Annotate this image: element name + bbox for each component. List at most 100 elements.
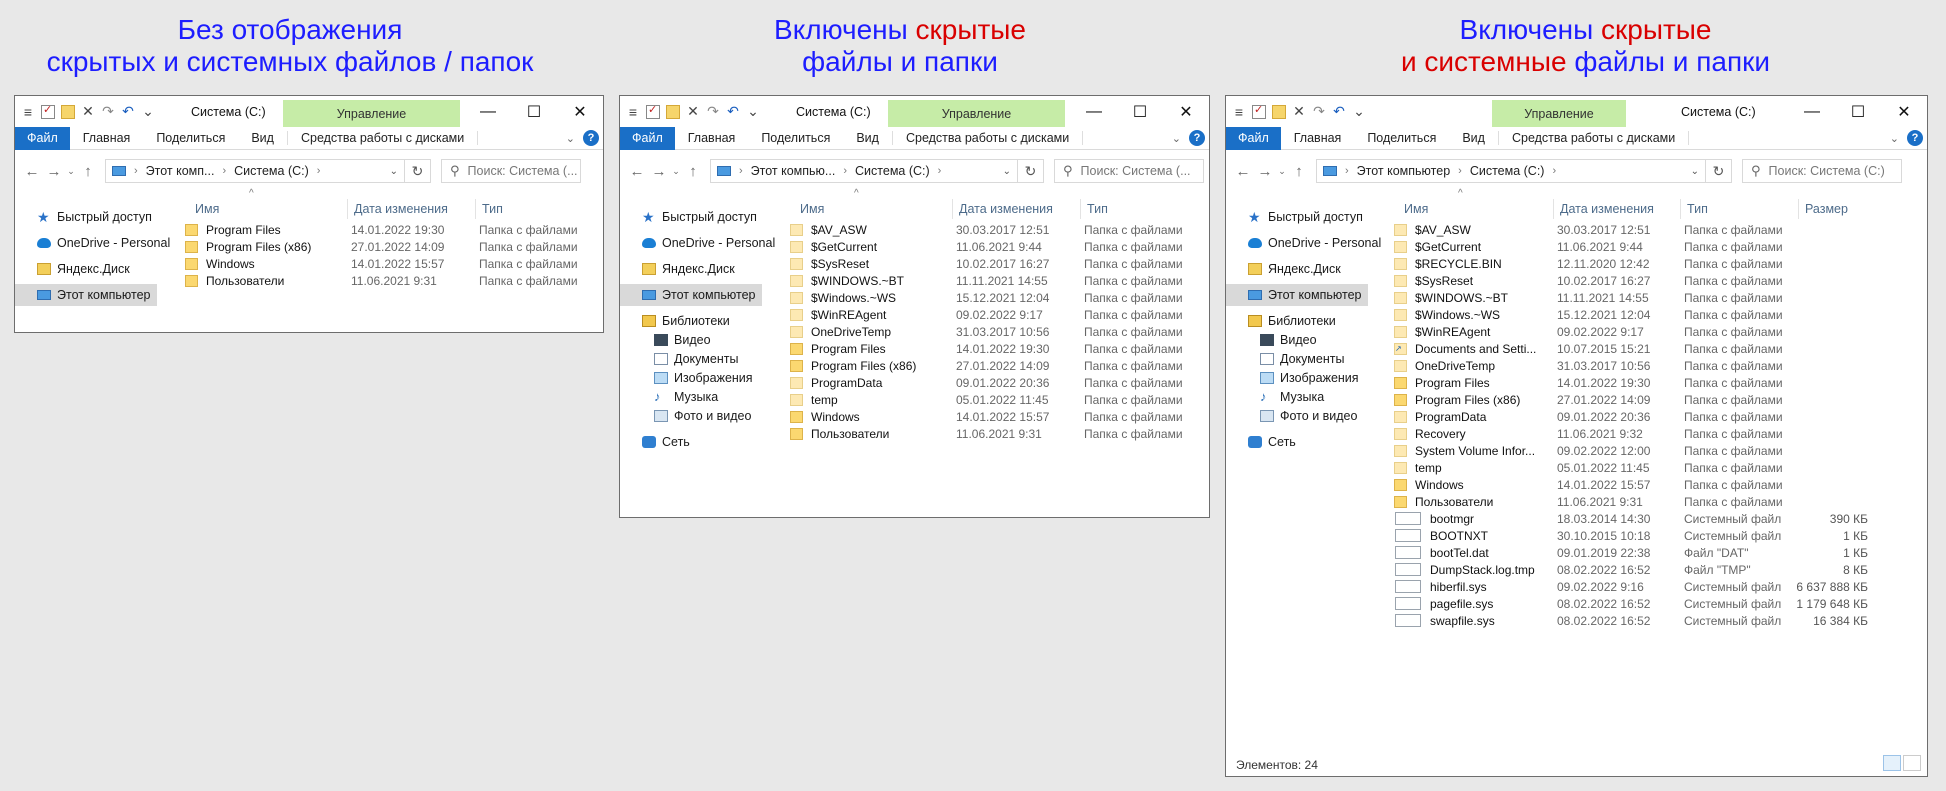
- column-type[interactable]: Тип: [1680, 199, 1708, 219]
- file-row[interactable]: $WINDOWS.~BT 11.11.2021 14:55 Папка с файл…: [782, 272, 1209, 289]
- file-row[interactable]: $SysReset 10.02.2017 16:27 Папка с файлами: [1388, 272, 1927, 289]
- back-button[interactable]: ←: [1232, 163, 1254, 180]
- breadcrumb-separator[interactable]: ›: [938, 165, 942, 177]
- file-row[interactable]: $Windows.~WS 15.12.2021 12:04 Папка с файл…: [782, 289, 1209, 306]
- file-row[interactable]: temp 05.01.2022 11:45 Папка с файлами: [782, 391, 1209, 408]
- file-row[interactable]: Program Files (x86) 27.01.2022 14:09 Папка…: [177, 238, 603, 255]
- details-view-icon[interactable]: [1883, 755, 1901, 771]
- file-row[interactable]: Program Files (x86) 27.01.2022 14:09 Папка…: [1388, 391, 1927, 408]
- column-type[interactable]: Тип: [475, 199, 503, 219]
- file-tab[interactable]: Файл: [620, 126, 675, 150]
- forward-button[interactable]: →: [648, 163, 670, 180]
- file-row[interactable]: temp 05.01.2022 11:45 Папка с файлами: [1388, 459, 1927, 476]
- file-row[interactable]: Documents and Setti... 10.07.2015 15:21 Па…: [1388, 340, 1927, 357]
- back-button[interactable]: ←: [626, 163, 648, 180]
- file-row[interactable]: ProgramData 09.01.2022 20:36 Папка с файла…: [1388, 408, 1927, 425]
- file-row[interactable]: $SysReset 10.02.2017 16:27 Папка с файлами: [782, 255, 1209, 272]
- manage-contextual-tab[interactable]: Управление: [888, 100, 1065, 127]
- nav-item[interactable]: OneDrive - Personal: [15, 232, 177, 254]
- file-row[interactable]: Пользователи 11.06.2021 9:31 Папка с файла…: [1388, 493, 1927, 510]
- close-button[interactable]: ✕: [557, 96, 603, 127]
- address-bar[interactable]: › Этот комп... › Система (C:) › ⌄: [105, 159, 405, 183]
- file-row[interactable]: bootTel.dat 09.01.2019 22:38 Файл "DAT" 1 К…: [1388, 544, 1927, 561]
- delete-icon[interactable]: ✕: [1292, 103, 1306, 120]
- address-bar[interactable]: › Этот компью... › Система (C:) › ⌄: [710, 159, 1018, 183]
- breadcrumb-separator[interactable]: ›: [317, 165, 321, 177]
- up-button[interactable]: ↑: [1288, 163, 1310, 180]
- ribbon-tab[interactable]: Вид: [1449, 131, 1498, 145]
- up-button[interactable]: ↑: [77, 163, 99, 180]
- breadcrumb-item[interactable]: Система (C:): [234, 164, 309, 178]
- nav-item[interactable]: Яндекс.Диск: [620, 258, 782, 280]
- undo-icon[interactable]: ↶: [726, 103, 740, 120]
- breadcrumb-item[interactable]: Этот комп...: [146, 164, 215, 178]
- ribbon-tab[interactable]: Поделиться: [748, 131, 843, 145]
- breadcrumb-item[interactable]: Система (C:): [1470, 164, 1545, 178]
- forward-button[interactable]: →: [43, 163, 65, 180]
- column-name[interactable]: Имя: [1398, 199, 1428, 219]
- disk-tools-tab[interactable]: Средства работы с дисками: [286, 131, 479, 145]
- disk-tools-tab[interactable]: Средства работы с дисками: [1497, 131, 1690, 145]
- back-button[interactable]: ←: [21, 163, 43, 180]
- expand-ribbon-icon[interactable]: ⌄: [1890, 132, 1899, 145]
- file-row[interactable]: $WINDOWS.~BT 11.11.2021 14:55 Папка с файл…: [1388, 289, 1927, 306]
- file-row[interactable]: $GetCurrent 11.06.2021 9:44 Папка с файлам…: [782, 238, 1209, 255]
- properties-icon[interactable]: [646, 103, 660, 119]
- forward-button[interactable]: →: [1254, 163, 1276, 180]
- file-row[interactable]: Program Files 14.01.2022 19:30 Папка с фай…: [177, 221, 603, 238]
- nav-item[interactable]: Яндекс.Диск: [1226, 258, 1388, 280]
- address-dropdown-icon[interactable]: ⌄: [997, 166, 1017, 177]
- expand-ribbon-icon[interactable]: ⌄: [566, 132, 575, 145]
- file-row[interactable]: bootmgr 18.03.2014 14:30 Системный файл 390…: [1388, 510, 1927, 527]
- column-date[interactable]: Дата изменения: [347, 199, 448, 219]
- file-row[interactable]: Пользователи 11.06.2021 9:31 Папка с файла…: [782, 425, 1209, 442]
- redo-icon[interactable]: ↷: [1312, 103, 1326, 120]
- ribbon-tab[interactable]: Главная: [675, 131, 749, 145]
- search-input[interactable]: ⚲ Поиск: Система (...: [441, 159, 581, 183]
- column-name[interactable]: Имя: [794, 199, 824, 219]
- drive-icon[interactable]: ≡: [626, 104, 640, 120]
- column-date[interactable]: Дата изменения: [1553, 199, 1654, 219]
- breadcrumb-separator[interactable]: ›: [739, 165, 743, 177]
- file-row[interactable]: $WinREAgent 09.02.2022 9:17 Папка с файлам…: [1388, 323, 1927, 340]
- breadcrumb-separator[interactable]: ›: [843, 165, 847, 177]
- file-row[interactable]: Program Files 14.01.2022 19:30 Папка с фай…: [782, 340, 1209, 357]
- close-button[interactable]: ✕: [1163, 96, 1209, 127]
- file-row[interactable]: System Volume Infor... 09.02.2022 12:00 Па…: [1388, 442, 1927, 459]
- recent-locations-button[interactable]: ⌄: [1276, 166, 1288, 177]
- minimize-button[interactable]: —: [1071, 96, 1117, 127]
- file-row[interactable]: hiberfil.sys 09.02.2022 9:16 Системный фай…: [1388, 578, 1927, 595]
- ribbon-tab[interactable]: Главная: [1281, 131, 1355, 145]
- undo-icon[interactable]: ↶: [1332, 103, 1346, 120]
- customize-toolbar-icon[interactable]: ⌄: [1352, 103, 1366, 120]
- recent-locations-button[interactable]: ⌄: [65, 166, 77, 177]
- manage-contextual-tab[interactable]: Управление: [283, 100, 460, 127]
- file-row[interactable]: Пользователи 11.06.2021 9:31 Папка с файла…: [177, 272, 603, 289]
- file-row[interactable]: swapfile.sys 08.02.2022 16:52 Системный фа…: [1388, 612, 1927, 629]
- file-tab[interactable]: Файл: [1226, 126, 1281, 150]
- file-row[interactable]: pagefile.sys 08.02.2022 16:52 Системный фа…: [1388, 595, 1927, 612]
- nav-item[interactable]: Этот компьютер: [15, 284, 157, 306]
- ribbon-tab[interactable]: Вид: [238, 131, 287, 145]
- nav-item[interactable]: OneDrive - Personal: [620, 232, 782, 254]
- file-tab[interactable]: Файл: [15, 126, 70, 150]
- file-row[interactable]: $AV_ASW 30.03.2017 12:51 Папка с файлами: [1388, 221, 1927, 238]
- file-row[interactable]: OneDriveTemp 31.03.2017 10:56 Папка с файл…: [1388, 357, 1927, 374]
- refresh-button[interactable]: ↻: [405, 159, 431, 183]
- ribbon-tab[interactable]: Поделиться: [143, 131, 238, 145]
- column-size[interactable]: Размер: [1798, 199, 1848, 219]
- delete-icon[interactable]: ✕: [686, 103, 700, 120]
- help-button[interactable]: ?: [1907, 130, 1923, 146]
- nav-item[interactable]: Фото и видео: [620, 405, 782, 427]
- file-row[interactable]: DumpStack.log.tmp 08.02.2022 16:52 Файл "T…: [1388, 561, 1927, 578]
- recent-locations-button[interactable]: ⌄: [670, 166, 682, 177]
- file-row[interactable]: $GetCurrent 11.06.2021 9:44 Папка с файлам…: [1388, 238, 1927, 255]
- file-row[interactable]: BOOTNXT 30.10.2015 10:18 Системный файл 1 К…: [1388, 527, 1927, 544]
- breadcrumb-item[interactable]: Система (C:): [855, 164, 930, 178]
- nav-item[interactable]: OneDrive - Personal: [1226, 232, 1388, 254]
- nav-item[interactable]: Яндекс.Диск: [15, 258, 177, 280]
- redo-icon[interactable]: ↷: [706, 103, 720, 120]
- large-icons-view-icon[interactable]: [1903, 755, 1921, 771]
- redo-icon[interactable]: ↷: [101, 103, 115, 120]
- nav-item[interactable]: ★ Быстрый доступ: [1226, 206, 1388, 228]
